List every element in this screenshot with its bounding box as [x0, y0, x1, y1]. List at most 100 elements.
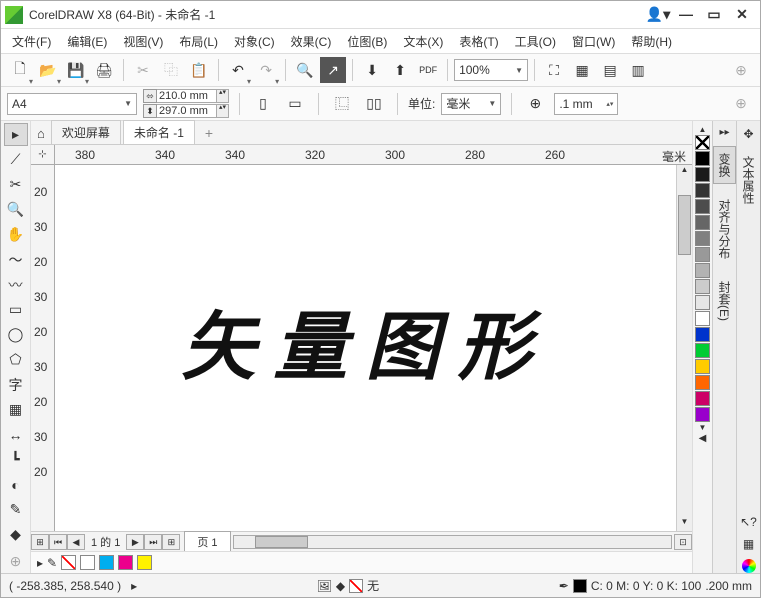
outline-color-swatch[interactable]	[573, 579, 587, 593]
tab-welcome[interactable]: 欢迎屏幕	[51, 120, 121, 144]
copy-button[interactable]: ⿻	[158, 57, 184, 83]
color-swatch[interactable]	[695, 263, 710, 278]
pick-tool[interactable]: ▸	[4, 123, 28, 146]
color-swatch[interactable]	[695, 295, 710, 310]
minimize-button[interactable]: —	[672, 5, 700, 25]
vertical-ruler[interactable]: 20 30 20 30 20 30 20 30 20	[31, 165, 55, 531]
toolbox-add-button[interactable]: ⊕	[4, 550, 28, 573]
settings-icon[interactable]: ✥	[743, 127, 753, 141]
fill-icon[interactable]: ◆	[336, 579, 345, 593]
add-prop-button[interactable]: ⊕	[728, 91, 754, 117]
color-swatch[interactable]	[695, 231, 710, 246]
color-swatch[interactable]	[695, 327, 710, 342]
menu-view[interactable]: 视图(V)	[116, 31, 170, 52]
polygon-tool[interactable]: ⬠	[4, 348, 28, 371]
menu-bitmaps[interactable]: 位图(B)	[340, 31, 394, 52]
page-next-button[interactable]: ▶	[126, 534, 144, 550]
paste-button[interactable]: 📋	[186, 57, 212, 83]
all-pages-button[interactable]: ⿺	[329, 91, 355, 117]
docker-transform[interactable]: 变换	[713, 146, 736, 184]
docker-align[interactable]: 对齐与分布	[713, 192, 736, 266]
status-arrow-icon[interactable]: ▸	[131, 579, 137, 593]
menu-layout[interactable]: 布局(L)	[172, 31, 225, 52]
shape-tool[interactable]: ⟋	[4, 148, 28, 171]
page-tab[interactable]: 页 1	[184, 531, 230, 553]
color-swatch[interactable]	[695, 199, 710, 214]
connector-tool[interactable]: ┗	[4, 448, 28, 471]
docker-menu-icon[interactable]: ▸▸	[719, 127, 729, 138]
freehand-tool[interactable]: ～	[4, 248, 28, 271]
page-last-button[interactable]: ⏭	[144, 534, 162, 550]
interactive-tool[interactable]: ◐	[4, 473, 28, 496]
hint-grid-icon[interactable]: ▦	[743, 537, 754, 551]
landscape-button[interactable]: ▭	[282, 91, 308, 117]
units-combo[interactable]: 毫米▼	[441, 93, 501, 115]
user-icon[interactable]: 👤▾	[644, 5, 672, 25]
outline-pen-icon[interactable]: ✒	[559, 579, 569, 593]
color-swatch[interactable]	[695, 343, 710, 358]
doc-swatch[interactable]	[99, 555, 114, 570]
color-swatch[interactable]	[695, 311, 710, 326]
view-nav-button[interactable]: ⊡	[674, 534, 692, 550]
menu-object[interactable]: 对象(C)	[227, 31, 282, 52]
color-swatch[interactable]	[695, 247, 710, 262]
artwork-text[interactable]: 矢量图形	[182, 287, 550, 394]
no-fill-status[interactable]	[349, 579, 363, 593]
no-color-swatch[interactable]	[695, 135, 710, 150]
artistic-media-tool[interactable]: 〰	[4, 273, 28, 296]
page-first-button[interactable]: ⏮	[49, 534, 67, 550]
menu-tools[interactable]: 工具(O)	[508, 31, 563, 52]
portrait-button[interactable]: ▯	[250, 91, 276, 117]
page-height-input[interactable]	[157, 104, 217, 118]
maximize-button[interactable]: ▭	[700, 5, 728, 25]
dimension-tool[interactable]: ↔	[4, 423, 28, 446]
fullscreen-button[interactable]: ⛶	[541, 57, 567, 83]
import-button[interactable]: ⬇	[359, 57, 385, 83]
color-swatch[interactable]	[695, 167, 710, 182]
rectangle-tool[interactable]: ▭	[4, 298, 28, 321]
menu-text[interactable]: 文本(X)	[396, 31, 450, 52]
color-swatch[interactable]	[695, 391, 710, 406]
current-page-button[interactable]: ▯▯	[361, 91, 387, 117]
page-width-input[interactable]	[157, 89, 217, 103]
page-prev-button[interactable]: ◀	[67, 534, 85, 550]
menu-edit[interactable]: 编辑(E)	[60, 31, 114, 52]
guides-button[interactable]: ▥	[625, 57, 651, 83]
nudge-input[interactable]: .1 mm▴▾	[554, 93, 618, 115]
menu-effects[interactable]: 效果(C)	[284, 31, 339, 52]
palette-arrow-icon[interactable]: ▸	[37, 556, 43, 570]
publish-pdf-button[interactable]: PDF	[415, 57, 441, 83]
no-fill-swatch[interactable]	[61, 555, 76, 570]
drawing-canvas[interactable]: 矢量图形	[55, 165, 676, 531]
menu-table[interactable]: 表格(T)	[452, 31, 505, 52]
fill-tool[interactable]: ◆	[4, 523, 28, 546]
color-swatch[interactable]	[695, 375, 710, 390]
print-button[interactable]: 🖨	[91, 57, 117, 83]
page-add2-button[interactable]: ⊞	[162, 534, 180, 550]
doc-swatch[interactable]	[137, 555, 152, 570]
doc-swatch[interactable]	[80, 555, 95, 570]
grid-button[interactable]: ▤	[597, 57, 623, 83]
horizontal-scrollbar[interactable]	[233, 535, 672, 549]
ruler-origin[interactable]: ⊹	[31, 145, 55, 165]
palette-expand-icon[interactable]: ◀	[699, 433, 707, 444]
menu-help[interactable]: 帮助(H)	[624, 31, 679, 52]
add-tool-button[interactable]: ⊕	[728, 57, 754, 83]
cut-button[interactable]: ✂	[130, 57, 156, 83]
table-tool[interactable]: ▦	[4, 398, 28, 421]
vertical-scrollbar[interactable]: ▲ ▼	[676, 165, 692, 531]
color-swatch[interactable]	[695, 359, 710, 374]
launch-button[interactable]: ↗	[320, 57, 346, 83]
crop-tool[interactable]: ✂	[4, 173, 28, 196]
color-swatch[interactable]	[695, 279, 710, 294]
export-button[interactable]: ⬆	[387, 57, 413, 83]
rulers-button[interactable]: ▦	[569, 57, 595, 83]
redo-button[interactable]: ↷	[253, 57, 279, 83]
close-button[interactable]: ✕	[728, 5, 756, 25]
page-add-button[interactable]: ⊞	[31, 534, 49, 550]
eyedropper-tool[interactable]: ✎	[4, 498, 28, 521]
docker-envelope[interactable]: 封套(E)	[713, 274, 736, 328]
doc-swatch[interactable]	[118, 555, 133, 570]
color-swatch[interactable]	[695, 407, 710, 422]
color-swatch[interactable]	[695, 183, 710, 198]
